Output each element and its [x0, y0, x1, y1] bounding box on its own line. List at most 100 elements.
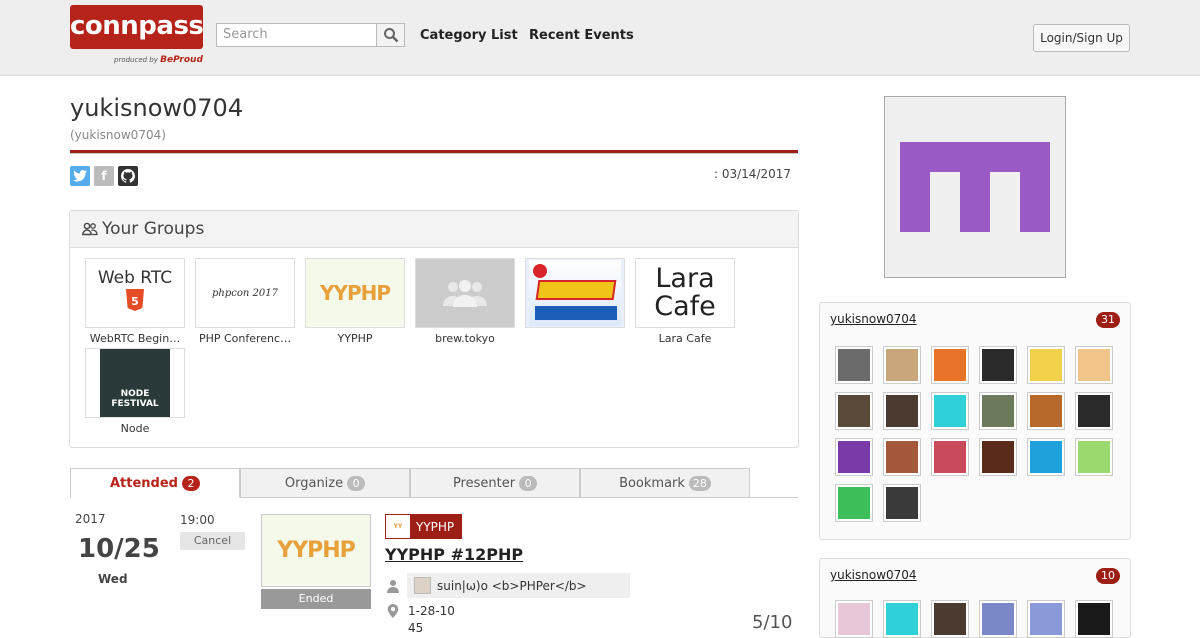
site-header: connpass produced by BeProud Search Cate…	[0, 0, 1200, 76]
group-thumbnail: Lara Cafe	[635, 258, 735, 328]
group-label: YYPHP	[337, 332, 373, 345]
map-pin-icon	[387, 604, 399, 618]
group-php-conference[interactable]: phpcon 2017 PHP Conferenc…	[195, 258, 295, 345]
user-avatar[interactable]	[979, 438, 1017, 476]
search-input[interactable]: Search	[216, 23, 377, 47]
user-avatar[interactable]	[1075, 392, 1113, 430]
user-avatar[interactable]	[979, 392, 1017, 430]
facebook-icon[interactable]: f	[94, 166, 114, 186]
group-yyphp[interactable]: YYPHP YYPHP	[305, 258, 405, 345]
presenter-avatar	[414, 577, 431, 594]
tab-label: Presenter	[452, 475, 516, 491]
event-day-of-week: Wed	[98, 572, 128, 586]
group-label: Node	[120, 422, 150, 435]
user-avatar[interactable]	[931, 600, 969, 638]
group-brew-tokyo[interactable]: brew.tokyo	[415, 258, 515, 345]
search-icon	[383, 28, 398, 43]
login-signup-button[interactable]: Login/Sign Up	[1033, 24, 1130, 52]
followers-title[interactable]: yukisnow0704	[830, 312, 917, 326]
tab-attended[interactable]: Attended 2	[70, 468, 240, 498]
event-presenter[interactable]: suin|ω)o <b>PHPer</b>	[407, 573, 630, 598]
user-icon	[387, 580, 399, 593]
groups-header: Your Groups	[70, 211, 798, 248]
user-avatar[interactable]	[1027, 600, 1065, 638]
logo-wordmark: connpass	[70, 5, 204, 49]
twitter-icon[interactable]	[70, 166, 90, 186]
user-avatar[interactable]	[1027, 438, 1065, 476]
group-thumbnail: YYPHP	[305, 258, 405, 328]
followers-count: 31	[1096, 312, 1120, 328]
profile-avatar	[884, 96, 1066, 278]
following-title[interactable]: yukisnow0704	[830, 568, 917, 582]
user-avatar[interactable]	[1075, 600, 1113, 638]
tab-count: 0	[347, 475, 366, 491]
groups-title: Your Groups	[102, 219, 205, 239]
user-avatar[interactable]	[1075, 438, 1113, 476]
github-icon[interactable]	[118, 166, 138, 186]
user-avatar[interactable]	[1027, 392, 1065, 430]
cancel-button[interactable]: Cancel	[180, 532, 245, 550]
group-label: Lara Cafe	[658, 332, 712, 345]
user-avatar[interactable]	[883, 346, 921, 384]
group-thumbnail	[415, 258, 515, 328]
user-avatar[interactable]	[931, 392, 969, 430]
tab-label: Organize	[284, 475, 344, 491]
event-address: 1-28-10	[408, 604, 455, 618]
group-logo-icon: YY	[386, 515, 410, 538]
user-avatar[interactable]	[835, 484, 873, 522]
user-avatar[interactable]	[883, 484, 921, 522]
nav-recent-events[interactable]: Recent Events	[529, 28, 634, 43]
search-button[interactable]	[376, 23, 405, 47]
event-thumbnail[interactable]: YYPHP	[261, 514, 371, 587]
tab-presenter[interactable]: Presenter 0	[410, 468, 580, 498]
event-group-tag[interactable]: YY YYPHP	[385, 514, 463, 539]
group-label: WebRTC Begin…	[89, 332, 181, 345]
group-thumbnail: Web RTC 5	[85, 258, 185, 328]
user-avatar[interactable]	[883, 392, 921, 430]
joined-date: : 03/14/2017	[714, 167, 792, 181]
user-avatar[interactable]	[1075, 346, 1113, 384]
event-status-badge: Ended	[261, 589, 371, 609]
nav-category-list[interactable]: Category List	[420, 28, 518, 43]
group-tag-label: YYPHP	[416, 519, 455, 534]
group-gundam[interactable]	[525, 258, 625, 332]
user-avatar[interactable]	[835, 392, 873, 430]
tab-organize[interactable]: Organize 0	[240, 468, 410, 498]
users-icon	[82, 222, 98, 236]
group-node[interactable]: NODE FESTIVAL Node	[85, 348, 185, 435]
tab-count: 28	[688, 475, 711, 491]
svg-text:5: 5	[131, 295, 139, 308]
group-label: PHP Conferenc…	[198, 332, 292, 345]
followers-header: yukisnow0704 31	[820, 303, 1130, 335]
group-thumbnail: NODE FESTIVAL	[85, 348, 185, 418]
user-avatar[interactable]	[1027, 346, 1065, 384]
event-time: 19:00	[180, 513, 215, 527]
tab-count: 2	[182, 475, 200, 491]
event-title[interactable]: YYPHP #12PHP	[385, 545, 629, 564]
group-placeholder-icon	[443, 280, 487, 307]
user-avatar[interactable]	[979, 600, 1017, 638]
user-avatar[interactable]	[979, 346, 1017, 384]
event-year: 2017	[75, 512, 106, 526]
event-address-detail: 45	[408, 621, 424, 635]
user-avatar[interactable]	[835, 438, 873, 476]
user-avatar[interactable]	[883, 600, 921, 638]
profile-username: (yukisnow0704)	[70, 128, 166, 142]
user-avatar[interactable]	[931, 346, 969, 384]
connpass-logo[interactable]: connpass produced by BeProud	[70, 5, 204, 69]
tab-bookmark[interactable]: Bookmark 28	[580, 468, 750, 498]
user-avatar[interactable]	[835, 600, 873, 638]
group-thumbnail: phpcon 2017	[195, 258, 295, 328]
user-avatar[interactable]	[883, 438, 921, 476]
tab-label: Bookmark	[619, 475, 685, 491]
group-lara-cafe[interactable]: Lara Cafe Lara Cafe	[635, 258, 735, 345]
presenter-name: suin|ω)o <b>PHPer</b>	[437, 578, 587, 593]
group-thumbnail	[525, 258, 625, 328]
profile-display-name: yukisnow0704	[70, 94, 244, 122]
user-avatar[interactable]	[835, 346, 873, 384]
group-label: brew.tokyo	[435, 332, 495, 345]
user-avatar[interactable]	[931, 438, 969, 476]
event-date: 10/25	[78, 534, 160, 564]
group-webrtc[interactable]: Web RTC 5 WebRTC Begin…	[85, 258, 185, 345]
tab-count: 0	[519, 475, 538, 491]
